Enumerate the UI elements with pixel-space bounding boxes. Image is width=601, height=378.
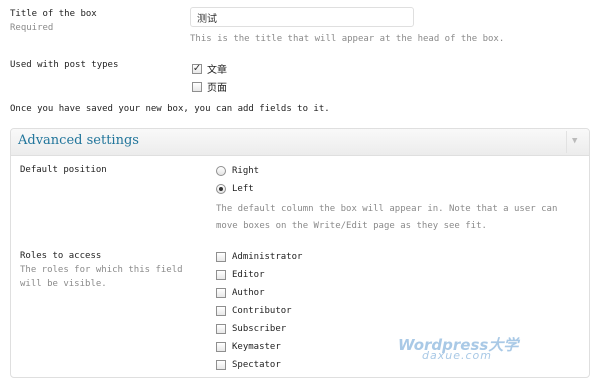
position-help-line2: move boxes on the Write/Edit page as the… — [216, 221, 487, 231]
role-label: Author — [232, 288, 265, 298]
checkbox[interactable] — [216, 342, 226, 352]
roles-help-line1: The roles for which this field — [20, 265, 183, 275]
save-note: Once you have saved your new box, you ca… — [10, 104, 330, 114]
watermark-domain: daxue.com — [422, 349, 492, 362]
checkbox[interactable] — [216, 324, 226, 334]
role-label: Subscriber — [232, 324, 287, 334]
role-option[interactable]: Contributor — [216, 306, 292, 316]
default-position-label: Default position — [20, 165, 107, 175]
position-option-right[interactable]: Right — [216, 166, 259, 176]
post-type-option-article[interactable]: ✓ 文章 — [192, 61, 227, 76]
checkbox[interactable] — [216, 306, 226, 316]
checkbox[interactable] — [216, 288, 226, 298]
position-label: Right — [232, 166, 260, 176]
role-label: Contributor — [232, 306, 292, 316]
role-option[interactable]: Administrator — [216, 252, 302, 262]
role-label: Administrator — [232, 252, 303, 262]
role-option[interactable]: Author — [216, 288, 265, 298]
checkbox[interactable] — [216, 360, 226, 370]
roles-label: Roles to access — [20, 251, 102, 261]
role-label: Spectator — [232, 360, 281, 370]
post-type-label: 文章 — [207, 65, 227, 76]
role-option[interactable]: Spectator — [216, 360, 281, 370]
checkbox[interactable] — [192, 81, 202, 92]
role-option[interactable]: Subscriber — [216, 324, 286, 334]
post-type-label: 页面 — [207, 83, 227, 94]
box-title-help: This is the title that will appear at th… — [190, 34, 505, 44]
radio-button[interactable] — [216, 166, 226, 176]
box-title-label: Title of the box — [10, 9, 97, 19]
header-divider — [566, 131, 567, 153]
checkbox[interactable] — [216, 270, 226, 280]
post-types-label: Used with post types — [10, 60, 119, 70]
position-option-left[interactable]: Left — [216, 184, 254, 194]
post-type-option-page[interactable]: 页面 — [192, 79, 227, 94]
checkbox-checked[interactable]: ✓ — [192, 63, 202, 74]
radio-button-selected[interactable] — [216, 184, 226, 194]
radio-dot — [219, 187, 223, 191]
required-note: Required — [10, 23, 54, 33]
checkbox[interactable] — [216, 252, 226, 262]
collapse-toggle-icon[interactable]: ▼ — [572, 136, 577, 146]
role-label: Editor — [232, 270, 265, 280]
position-label: Left — [232, 184, 254, 194]
role-label: Keymaster — [232, 342, 281, 352]
role-option[interactable]: Editor — [216, 270, 265, 280]
box-title-input[interactable] — [190, 7, 414, 27]
advanced-settings-title: Advanced settings — [18, 133, 139, 148]
role-option[interactable]: Keymaster — [216, 342, 281, 352]
position-help-line1: The default column the box will appear i… — [216, 204, 558, 214]
roles-help-line2: will be visible. — [20, 279, 107, 289]
